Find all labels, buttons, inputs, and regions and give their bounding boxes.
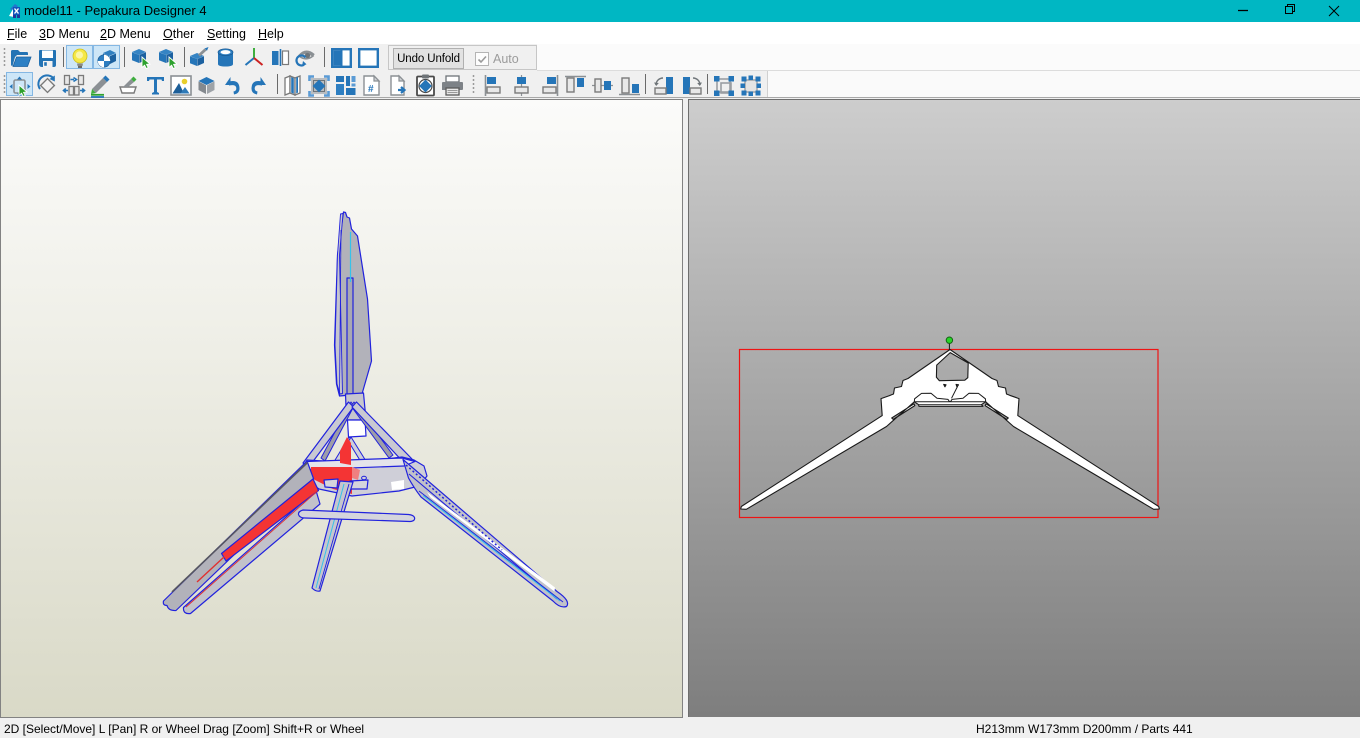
svg-text:#: # xyxy=(368,84,374,95)
